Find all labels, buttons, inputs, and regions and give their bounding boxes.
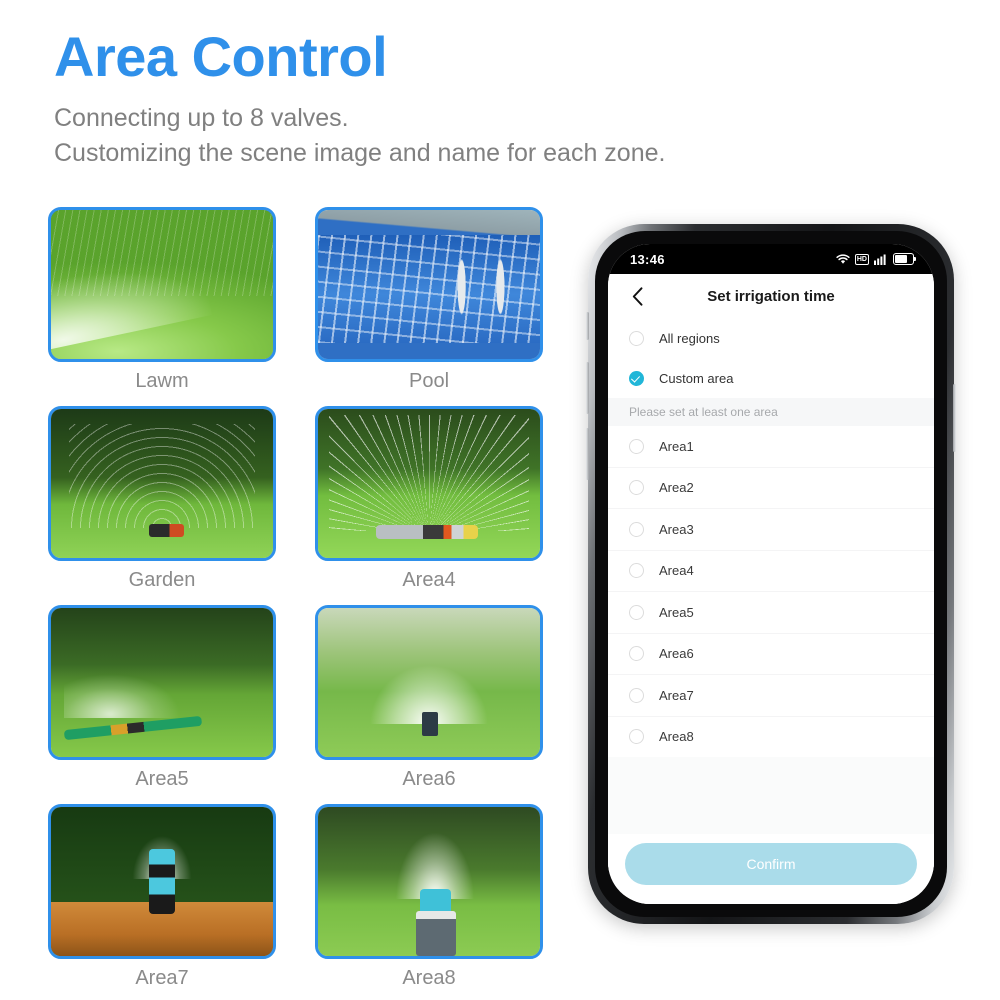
sprinkler-body-icon	[415, 911, 456, 956]
checkbox-checked-icon[interactable]	[629, 370, 644, 386]
phone-mute-button[interactable]	[586, 312, 589, 340]
area-row[interactable]: Area6	[608, 633, 934, 675]
area-label: Area7	[659, 687, 694, 703]
mode-option-row[interactable]: All regions	[608, 318, 934, 358]
zone-card[interactable]: Area6	[315, 605, 543, 792]
zone-card[interactable]: Area8	[315, 804, 543, 991]
chevron-left-icon	[632, 286, 642, 306]
zone-scene-image	[51, 210, 273, 359]
subtitle-line-1: Connecting up to 8 valves.	[54, 103, 349, 132]
area-row[interactable]: Area7	[608, 675, 934, 717]
zone-thumbnail[interactable]	[48, 605, 276, 760]
radio-unchecked-icon[interactable]	[629, 480, 644, 496]
area-label: Area4	[659, 563, 694, 579]
radio-unchecked-icon[interactable]	[629, 729, 644, 745]
radio-unchecked-icon[interactable]	[629, 330, 644, 346]
mode-option-label: All regions	[659, 330, 720, 346]
radio-unchecked-icon[interactable]	[629, 438, 644, 454]
area-label: Area1	[659, 438, 694, 454]
zone-scene-image	[51, 409, 273, 558]
zone-thumbnail[interactable]	[48, 406, 276, 561]
hint-row: Please set at least one area	[608, 398, 934, 426]
area-label: Area2	[659, 480, 694, 496]
area-row[interactable]: Area1	[608, 426, 934, 468]
area-label: Area6	[659, 646, 694, 662]
subtitle-line-2: Customizing the scene image and name for…	[54, 139, 666, 168]
zone-card-label: Pool	[408, 370, 450, 392]
zone-card[interactable]: Area7	[48, 804, 276, 991]
status-bar: 13:46 HD	[608, 244, 934, 274]
nav-bar: Set irrigation time	[608, 274, 934, 318]
area-row[interactable]: Area8	[608, 716, 934, 757]
battery-icon	[893, 253, 917, 265]
mode-option-row[interactable]: Custom area	[608, 358, 934, 398]
zone-thumbnail[interactable]	[315, 605, 543, 760]
status-clock: 13:46	[630, 251, 665, 267]
phone-bezel: 13:46 HD Set irrigation time All regions…	[595, 231, 947, 917]
zone-card[interactable]: Area5	[48, 605, 276, 792]
zone-card-label: Area5	[135, 768, 189, 790]
area-label: Area5	[659, 604, 694, 620]
signal-bars-icon	[874, 254, 886, 265]
zone-card[interactable]: Area4	[315, 406, 543, 593]
area-row[interactable]: Area4	[608, 550, 934, 592]
area-row[interactable]: Area5	[608, 592, 934, 634]
area-list: Area1 Area2 Area3 Area4 Area5 Area6 Area7 Area8	[608, 426, 934, 757]
confirm-bar: Confirm	[608, 834, 934, 904]
zone-card-label: Area7	[135, 967, 189, 989]
zone-card-label: Area4	[402, 569, 456, 591]
mode-option-label: Custom area	[659, 370, 734, 386]
radio-unchecked-icon[interactable]	[629, 646, 644, 662]
zone-thumbnail[interactable]	[48, 804, 276, 959]
hd-badge: HD	[854, 253, 869, 265]
zone-card-grid: Lawm Pool Garden Area4 Area5 Area6 Area7 Area8	[48, 207, 543, 991]
zone-scene-image	[318, 807, 540, 956]
zone-scene-image	[51, 807, 273, 956]
zone-card-label: Garden	[128, 569, 196, 591]
page-header: Area Control Connecting up to 8 valves. …	[54, 25, 834, 172]
phone-volume-up-button[interactable]	[586, 362, 589, 414]
zone-thumbnail[interactable]	[48, 207, 276, 362]
radio-unchecked-icon[interactable]	[629, 687, 644, 703]
sprinkler-head-icon	[420, 888, 452, 913]
radio-unchecked-icon[interactable]	[629, 521, 644, 537]
zone-thumbnail[interactable]	[315, 804, 543, 959]
page-title: Area Control	[54, 25, 388, 88]
phone-screen: 13:46 HD Set irrigation time All regions…	[608, 244, 934, 904]
zone-card[interactable]: Garden	[48, 406, 276, 593]
nav-title: Set irrigation time	[707, 287, 835, 305]
sprinkler-head-icon	[148, 848, 176, 915]
back-button[interactable]	[626, 285, 648, 307]
status-icon-group: HD	[836, 253, 917, 265]
phone-volume-down-button[interactable]	[586, 428, 589, 480]
zone-scene-image	[318, 210, 540, 359]
area-label: Area8	[659, 729, 694, 745]
zone-card-label: Area6	[402, 768, 456, 790]
radio-unchecked-icon[interactable]	[629, 604, 644, 620]
radio-unchecked-icon[interactable]	[629, 563, 644, 579]
zone-card[interactable]: Pool	[315, 207, 543, 394]
confirm-button[interactable]: Confirm	[625, 843, 917, 885]
zone-scene-image	[318, 409, 540, 558]
wifi-icon	[836, 253, 850, 264]
phone-mockup: 13:46 HD Set irrigation time All regions…	[586, 224, 956, 924]
zone-card[interactable]: Lawm	[48, 207, 276, 394]
page-subtitle: Connecting up to 8 valves. Customizing t…	[54, 101, 834, 172]
area-row[interactable]: Area2	[608, 467, 934, 509]
phone-power-button[interactable]	[953, 384, 956, 452]
mode-option-list: All regions Custom area	[608, 318, 934, 398]
zone-scene-image	[51, 608, 273, 757]
area-label: Area3	[659, 521, 694, 537]
zone-thumbnail[interactable]	[315, 207, 543, 362]
area-row[interactable]: Area3	[608, 509, 934, 551]
zone-thumbnail[interactable]	[315, 406, 543, 561]
zone-scene-image	[318, 608, 540, 757]
zone-card-label: Area8	[402, 967, 456, 989]
zone-card-label: Lawm	[135, 370, 189, 392]
